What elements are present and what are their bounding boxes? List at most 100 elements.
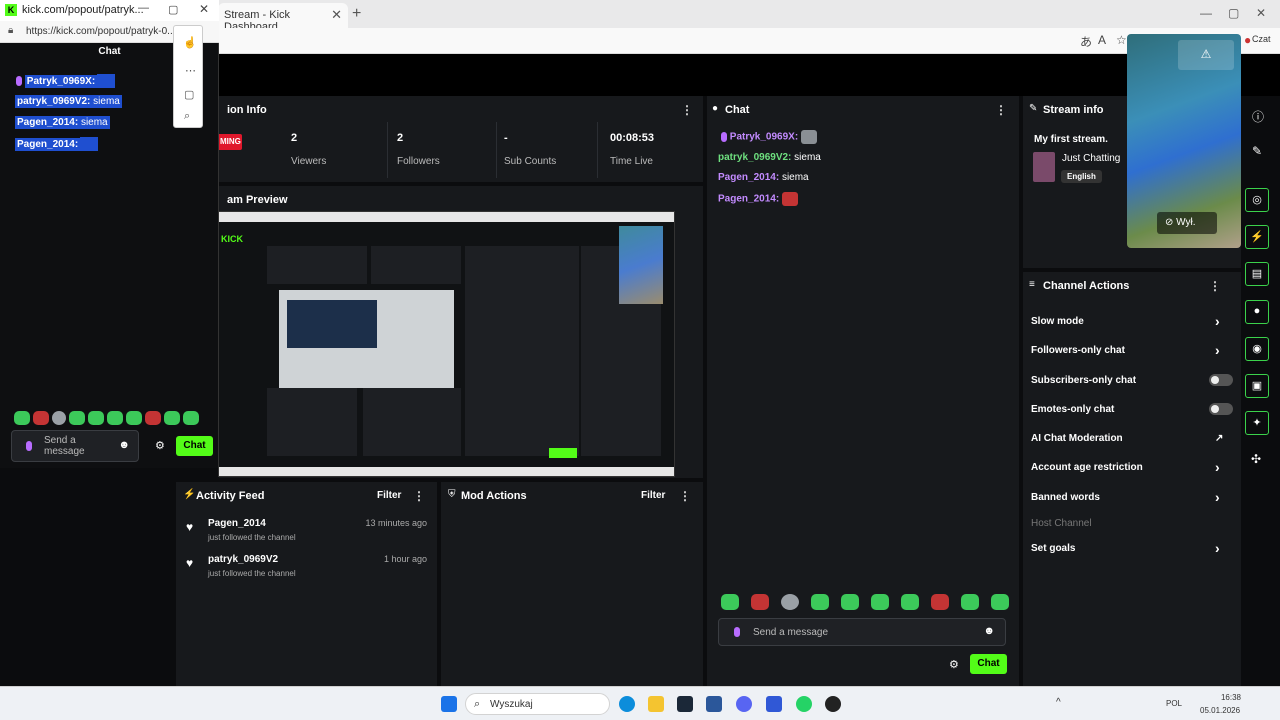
action-followers-only-chat[interactable]: Followers-only chat › xyxy=(1031,342,1231,358)
stat-time-live: 00:08:53 Time Live xyxy=(610,132,655,167)
emote-icon[interactable] xyxy=(183,411,199,425)
minimize-icon[interactable]: — xyxy=(1200,6,1212,20)
emote-icon[interactable] xyxy=(811,594,829,610)
action-banned-words[interactable]: Banned words › xyxy=(1031,489,1231,505)
rail-chat-button[interactable]: ● xyxy=(1245,300,1269,324)
app-icon[interactable] xyxy=(766,696,782,712)
info-icon[interactable]: ⓘ xyxy=(1252,108,1264,125)
emote-icon[interactable] xyxy=(126,411,142,425)
emote-icon[interactable] xyxy=(871,594,889,610)
emote-icon[interactable] xyxy=(721,594,739,610)
tab-kick-dashboard[interactable]: Stream - Kick Dashboard ✕ xyxy=(218,3,348,33)
favorite-icon[interactable]: ☆ xyxy=(1116,33,1127,47)
activity-filter-button[interactable]: Filter xyxy=(377,490,401,501)
copy-icon[interactable]: ▢ xyxy=(184,88,194,101)
chat-message-input[interactable]: Send a message ☻ xyxy=(718,618,1006,646)
close-icon[interactable]: ✕ xyxy=(199,2,209,16)
activity-menu-icon[interactable]: ⋮ xyxy=(413,489,425,503)
emoji-icon[interactable]: ☻ xyxy=(983,625,995,637)
file-explorer-icon[interactable] xyxy=(648,696,664,712)
rail-layout-button[interactable]: ▣ xyxy=(1245,374,1269,398)
chat-settings-icon[interactable]: ⚙ xyxy=(949,658,959,671)
emote-icon[interactable] xyxy=(841,594,859,610)
emote-icon[interactable] xyxy=(14,411,30,425)
close-tab-icon[interactable]: ✕ xyxy=(331,7,342,23)
mod-actions-panel: Mod Actions ⛨ Filter ⋮ xyxy=(441,482,703,686)
more-icon[interactable]: ⋯ xyxy=(185,64,196,77)
mod-menu-icon[interactable]: ⋮ xyxy=(679,489,691,503)
kick-logo-icon: K xyxy=(5,4,17,16)
emote-icon[interactable] xyxy=(52,411,66,425)
rail-broadcast-button[interactable]: ◉ xyxy=(1245,337,1269,361)
translate-icon[interactable]: あ xyxy=(1080,33,1092,50)
emote-icon[interactable] xyxy=(145,411,161,425)
discord-icon[interactable] xyxy=(736,696,752,712)
warning-icon[interactable]: ⚠ xyxy=(1178,40,1234,70)
pencil-icon: ✎ xyxy=(1029,103,1038,114)
emote-icon[interactable] xyxy=(751,594,769,610)
stream-preview-video[interactable]: KICK xyxy=(218,211,675,477)
more-tools-icon[interactable]: ✣ xyxy=(1251,452,1261,466)
stream-preview-header: am Preview xyxy=(227,194,288,206)
popout-message-input[interactable]: Send a message ☻ xyxy=(11,430,139,462)
popout-emote-bar xyxy=(14,411,199,425)
chat-menu-icon[interactable]: ⋮ xyxy=(995,103,1007,117)
camera-preview-overlay[interactable]: ⚠ ⊘ Wył. xyxy=(1127,34,1241,248)
emotes-only-toggle[interactable] xyxy=(1209,403,1233,415)
action-set-goals[interactable]: Set goals › xyxy=(1031,540,1231,556)
language-badge: English xyxy=(1061,170,1102,183)
emote-icon[interactable] xyxy=(164,411,180,425)
subscribers-only-toggle[interactable] xyxy=(1209,374,1233,386)
tray-chevron-icon[interactable]: ^ xyxy=(1056,697,1061,708)
rail-notes-button[interactable]: ▤ xyxy=(1245,262,1269,286)
new-tab-icon[interactable]: + xyxy=(352,5,361,23)
moderator-icon xyxy=(16,76,22,86)
emote-icon[interactable] xyxy=(33,411,49,425)
edit-icon[interactable]: ✎ xyxy=(1252,144,1262,158)
emote-icon[interactable] xyxy=(931,594,949,610)
action-slow-mode[interactable]: Slow mode › xyxy=(1031,313,1231,329)
profile-icon[interactable]: ● xyxy=(1244,33,1251,47)
language-indicator[interactable]: POL xyxy=(1166,699,1182,708)
mod-filter-button[interactable]: Filter xyxy=(641,490,665,501)
emote-icon[interactable] xyxy=(107,411,123,425)
emote-icon[interactable] xyxy=(69,411,85,425)
taskbar-search[interactable]: ⌕ Wyszukaj xyxy=(465,693,610,715)
rail-lightning-button[interactable]: ⚡ xyxy=(1245,225,1269,249)
obs-icon[interactable] xyxy=(825,696,841,712)
popout-chat-message: Pagen_2014: siema xyxy=(15,116,110,129)
read-aloud-icon[interactable]: A xyxy=(1098,33,1106,47)
chat-bubble-icon: ● xyxy=(712,103,719,114)
steam-icon[interactable] xyxy=(677,696,693,712)
stream-category[interactable]: Just Chatting xyxy=(1062,153,1120,164)
rail-tools-button[interactable]: ✦ xyxy=(1245,411,1269,435)
camera-off-button[interactable]: ⊘ Wył. xyxy=(1157,212,1217,234)
session-menu-icon[interactable]: ⋮ xyxy=(681,103,693,117)
rail-camera-button[interactable]: ◎ xyxy=(1245,188,1269,212)
maximize-icon[interactable]: ▢ xyxy=(168,3,178,16)
action-ai-chat-moderation[interactable]: AI Chat Moderation ↗ xyxy=(1031,433,1231,444)
emote-icon[interactable] xyxy=(991,594,1009,610)
emote-icon[interactable] xyxy=(88,411,104,425)
action-account-age-restriction[interactable]: Account age restriction › xyxy=(1031,459,1231,475)
popout-settings-icon[interactable]: ⚙ xyxy=(155,439,165,452)
store-icon[interactable] xyxy=(706,696,722,712)
chat-send-button[interactable]: Chat xyxy=(970,654,1007,674)
channel-actions-menu-icon[interactable]: ⋮ xyxy=(1209,279,1221,293)
action-emotes-only-chat: Emotes-only chat xyxy=(1031,403,1233,415)
zoom-icon[interactable]: ⌕ xyxy=(184,110,190,123)
whatsapp-icon[interactable] xyxy=(796,696,812,712)
emote-icon[interactable] xyxy=(961,594,979,610)
edge-icon[interactable] xyxy=(619,696,635,712)
maximize-icon[interactable]: ▢ xyxy=(1228,6,1239,20)
start-icon[interactable] xyxy=(441,696,457,712)
windows-taskbar: ⌕ Wyszukaj ^ POL 16:38 05.01.2026 xyxy=(0,686,1280,720)
chat-message: Pagen_2014: siema xyxy=(718,172,809,183)
popout-chat-button[interactable]: Chat xyxy=(176,436,213,456)
close-window-icon[interactable]: ✕ xyxy=(1256,6,1266,20)
emote-icon[interactable] xyxy=(901,594,919,610)
emoji-icon[interactable]: ☻ xyxy=(118,440,130,451)
emote-icon[interactable] xyxy=(781,594,799,610)
cat-emote-icon xyxy=(800,130,817,144)
minimize-icon[interactable]: — xyxy=(138,2,149,14)
